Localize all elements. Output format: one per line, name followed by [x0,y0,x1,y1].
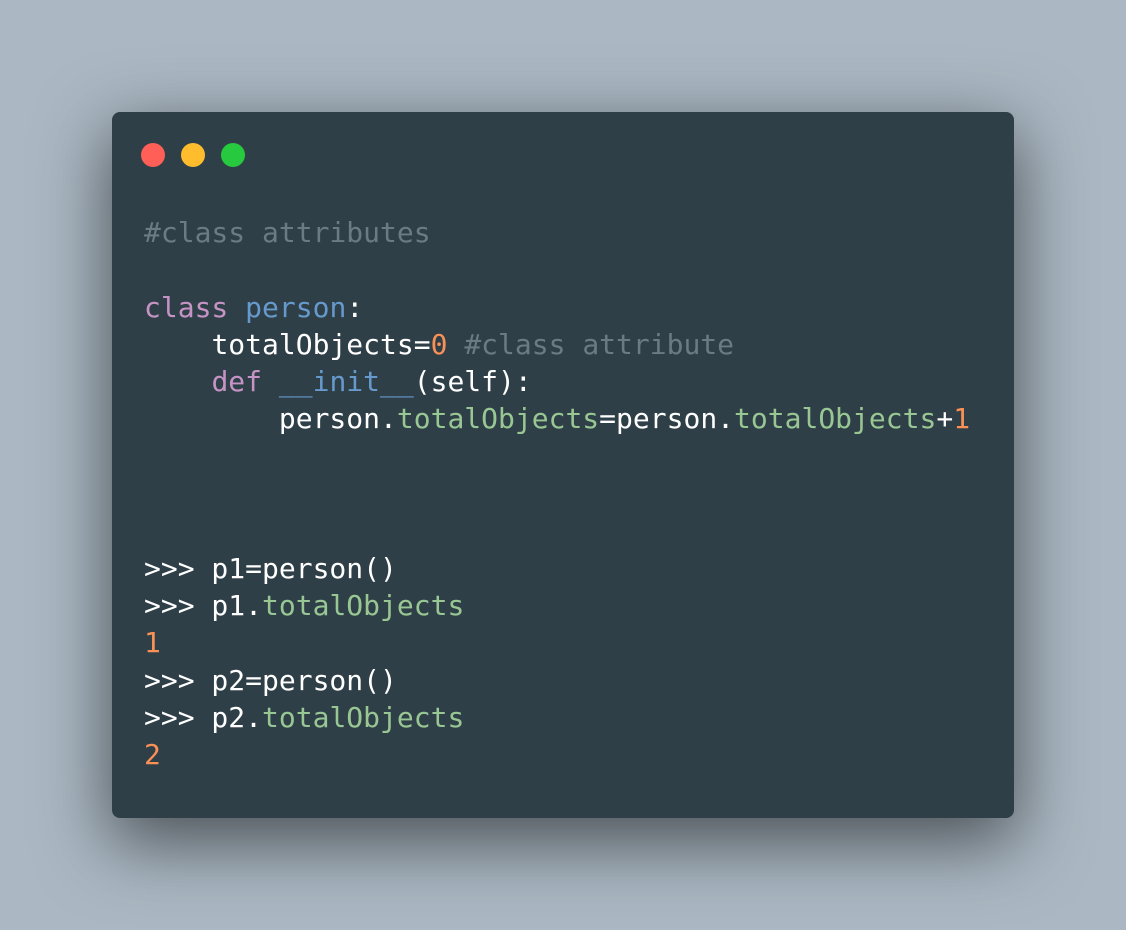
keyword-def: def [211,365,263,399]
code-line-14: >>> p2.totalObjects [144,699,970,736]
keyword-class: class [144,290,229,324]
code-block: #class attributes class person: totalObje… [144,214,970,773]
code-line-1: #class attributes [144,214,970,251]
attribute-ref: totalObjects [734,402,937,436]
close-dot-icon[interactable] [141,143,165,167]
attribute-ref: totalObjects [396,402,600,436]
repl-prompt: >>> p2. [144,700,263,734]
code-line-10: >>> p1=person() [144,550,970,587]
plus-operator: + [936,402,954,436]
attribute-ref: totalObjects [262,700,465,734]
repl-prompt: >>> p1. [144,588,263,622]
minimize-dot-icon[interactable] [181,143,205,167]
number-literal: 1 [953,402,971,436]
class-name: person [245,290,347,324]
code-line-13: >>> p2=person() [144,662,970,699]
code-line-5: def __init__(self): [144,363,970,400]
repl-output: 1 [144,626,161,660]
repl-input: >>> p2=person() [144,663,397,697]
code-line-4: totalObjects=0 #class attribute [144,326,970,363]
code-window: #class attributes class person: totalObje… [112,112,1014,818]
repl-output: 2 [144,738,161,772]
comment: #class attributes [144,216,431,249]
code-line-12: 1 [144,624,970,661]
assignment-ref: =person. [599,402,735,436]
code-line-11: >>> p1.totalObjects [144,587,970,624]
repl-input: >>> p1=person() [144,551,397,585]
maximize-dot-icon[interactable] [221,143,245,167]
code-line-6: person.totalObjects=person.totalObjects+… [144,400,970,437]
attribute-ref: totalObjects [262,588,465,622]
number-literal: 0 [430,327,448,361]
window-controls [141,143,245,167]
attribute-assignment: totalObjects= [211,327,431,361]
method-params: (self): [413,365,532,399]
object-ref: person. [278,402,397,436]
inline-comment: #class attribute [464,327,735,361]
code-line-3: class person: [144,289,970,326]
method-name: __init__ [278,365,414,399]
code-line-15: 2 [144,736,970,773]
colon: : [346,290,364,324]
